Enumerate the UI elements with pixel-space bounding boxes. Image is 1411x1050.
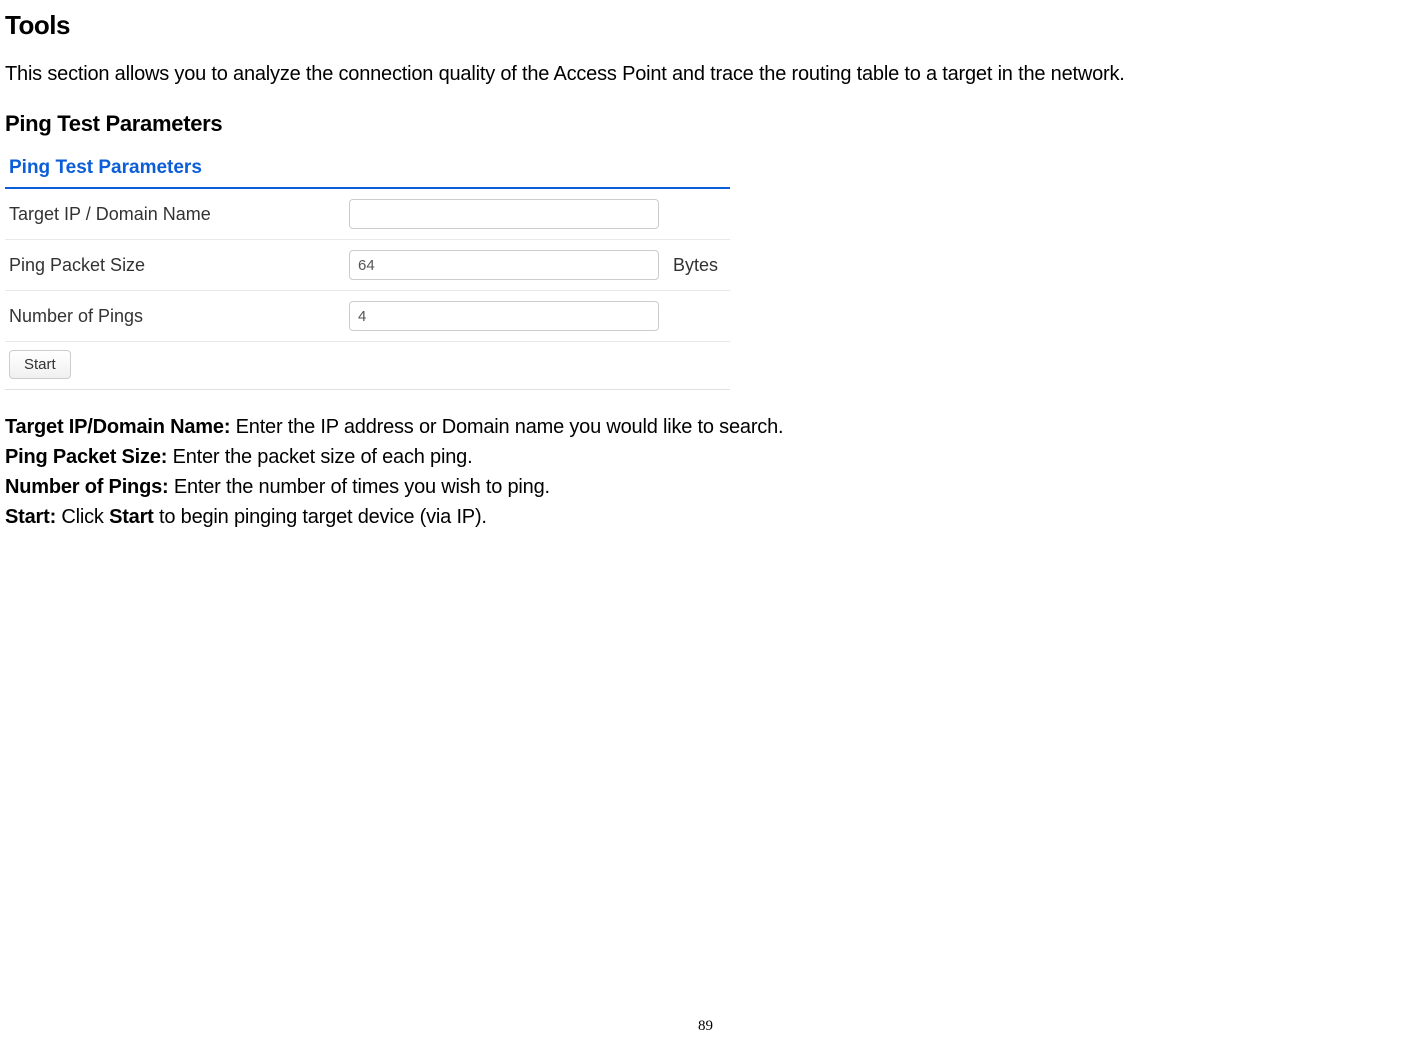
desc-packet-size-text: Enter the packet size of each ping. [167, 446, 472, 468]
label-target-ip: Target IP / Domain Name [9, 204, 349, 225]
ping-test-panel: Ping Test Parameters Target IP / Domain … [5, 155, 730, 390]
desc-start: Start: Click Start to begin pinging targ… [5, 502, 1406, 532]
desc-target-ip-label: Target IP/Domain Name: [5, 416, 230, 438]
page-number: 89 [698, 1018, 713, 1035]
label-num-pings: Number of Pings [9, 306, 349, 327]
desc-target-ip: Target IP/Domain Name: Enter the IP addr… [5, 412, 1406, 442]
row-packet-size: Ping Packet Size Bytes [5, 240, 730, 291]
desc-start-label: Start: [5, 506, 56, 528]
panel-title: Ping Test Parameters [5, 155, 730, 189]
desc-packet-size-label: Ping Packet Size: [5, 446, 167, 468]
row-num-pings: Number of Pings [5, 291, 730, 342]
desc-num-pings: Number of Pings: Enter the number of tim… [5, 472, 1406, 502]
desc-start-text-after: to begin pinging target device (via IP). [154, 506, 487, 528]
row-target-ip: Target IP / Domain Name [5, 189, 730, 240]
button-row: Start [5, 342, 730, 390]
input-num-pings[interactable] [349, 301, 659, 331]
desc-start-bold: Start [109, 506, 154, 528]
input-packet-size[interactable] [349, 250, 659, 280]
desc-packet-size: Ping Packet Size: Enter the packet size … [5, 442, 1406, 472]
desc-start-text-before: Click [56, 506, 109, 528]
label-packet-size: Ping Packet Size [9, 255, 349, 276]
unit-bytes: Bytes [673, 255, 718, 276]
section-heading: Tools [5, 10, 1406, 41]
desc-num-pings-label: Number of Pings: [5, 476, 168, 498]
subheading: Ping Test Parameters [5, 111, 1406, 137]
start-button[interactable]: Start [9, 350, 71, 379]
input-target-ip[interactable] [349, 199, 659, 229]
intro-paragraph: This section allows you to analyze the c… [5, 59, 1406, 89]
desc-target-ip-text: Enter the IP address or Domain name you … [230, 416, 783, 438]
desc-num-pings-text: Enter the number of times you wish to pi… [168, 476, 549, 498]
